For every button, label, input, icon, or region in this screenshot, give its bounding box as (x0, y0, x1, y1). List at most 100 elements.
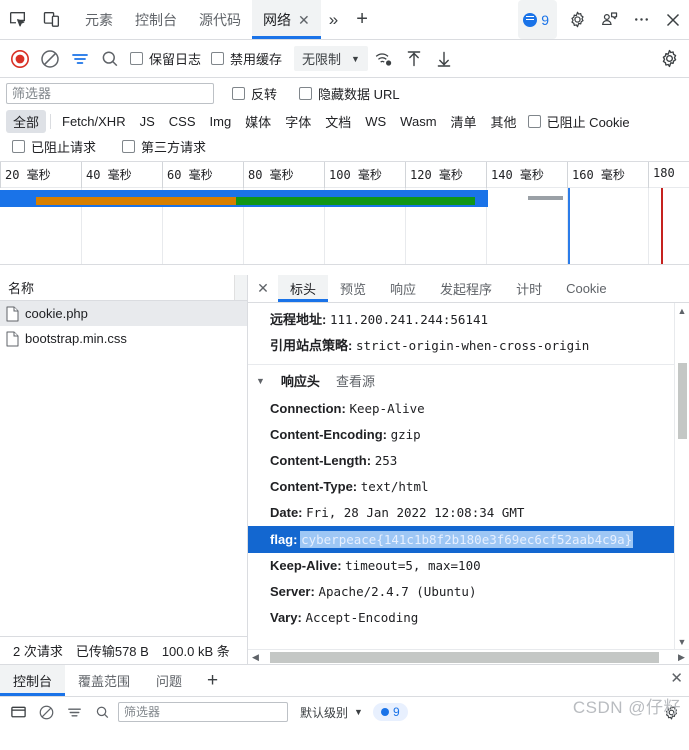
type-filter-fetch-xhr[interactable]: Fetch/XHR (55, 112, 133, 131)
export-har-icon[interactable] (430, 45, 458, 73)
overview-tick: 20 毫秒 (0, 162, 51, 188)
detail-vertical-scrollbar[interactable]: ▲ ▼ (674, 303, 689, 649)
network-settings-gear-icon[interactable] (655, 45, 683, 73)
drawer-tab-coverage[interactable]: 覆盖范围 (65, 665, 143, 696)
response-headers-section-header[interactable]: ▼ 响应头 查看源 (248, 365, 674, 396)
scroll-down-icon[interactable]: ▼ (675, 634, 689, 649)
tab-elements[interactable]: 元素 (74, 0, 124, 39)
console-issues-badge[interactable]: 9 (372, 703, 408, 721)
headers-detail-body: 远程地址: 111.200.241.244:56141 引用站点策略: stri… (248, 303, 689, 664)
close-icon[interactable]: ✕ (298, 13, 310, 27)
type-filter-img[interactable]: Img (203, 112, 239, 131)
scrollbar-thumb[interactable] (678, 363, 687, 439)
header-value: 111.200.241.244:56141 (329, 312, 489, 327)
import-har-icon[interactable] (400, 45, 428, 73)
header-key: Vary: (270, 610, 302, 625)
overview-ruler: 20 毫秒 40 毫秒 60 毫秒 80 毫秒 100 毫秒 120 毫秒 14… (0, 162, 689, 188)
blocked-cookies-checkbox[interactable]: 已阻止 Cookie (524, 112, 634, 131)
console-level-select[interactable]: 默认级别 ▼ (300, 704, 363, 721)
more-tabs-icon[interactable]: » (321, 0, 346, 39)
third-party-requests-checkbox[interactable]: 第三方请求 (118, 137, 210, 156)
console-filter-input[interactable] (118, 702, 288, 722)
detail-horizontal-scrollbar[interactable]: ◀ ▶ (248, 649, 689, 664)
filter-input[interactable] (6, 82, 214, 104)
type-filter-other[interactable]: 其他 (484, 110, 524, 133)
type-filter-js[interactable]: JS (133, 112, 162, 131)
request-row-cookie-php[interactable]: cookie.php (0, 301, 247, 326)
invert-checkbox[interactable]: 反转 (228, 84, 281, 103)
search-icon[interactable] (96, 45, 124, 73)
console-settings-gear-icon[interactable] (659, 700, 683, 724)
console-context-icon[interactable] (6, 700, 30, 724)
header-key: Date: (270, 505, 303, 520)
header-value: cyberpeace{141c1b8f2b180e3f69ec6cf52aab4… (301, 532, 633, 547)
throttling-select[interactable]: 无限制 ▼ (294, 46, 368, 71)
scroll-up-icon[interactable]: ▲ (675, 303, 689, 318)
header-value: strict-origin-when-cross-origin (355, 338, 590, 353)
filter-icon[interactable] (66, 45, 94, 73)
header-content-type: Content-Type: text/html (248, 474, 674, 500)
overview-tick: 160 毫秒 (567, 162, 625, 188)
preserve-log-checkbox[interactable]: 保留日志 (126, 49, 205, 68)
clear-icon[interactable] (36, 45, 64, 73)
blocked-requests-checkbox[interactable]: 已阻止请求 (8, 137, 100, 156)
resource-type-filters: 全部 Fetch/XHR JS CSS Img 媒体 字体 文档 WS Wasm… (0, 108, 689, 133)
inspect-element-icon[interactable] (0, 0, 34, 39)
detail-tab-cookies[interactable]: Cookie (554, 275, 618, 302)
type-filter-css[interactable]: CSS (162, 112, 203, 131)
third-party-label: 第三方请求 (141, 140, 207, 155)
feedback-icon[interactable] (593, 0, 625, 39)
view-source-link[interactable]: 查看源 (336, 371, 375, 390)
header-key: flag: (270, 532, 298, 547)
add-panel-icon[interactable]: + (346, 0, 378, 39)
detail-tabs: ✕ 标头 预览 响应 发起程序 计时 Cookie (248, 275, 689, 303)
message-count-badge[interactable]: 9 (518, 0, 557, 39)
detail-tab-initiator[interactable]: 发起程序 (428, 275, 504, 302)
request-list-scrollbar[interactable] (234, 275, 247, 300)
detail-tab-response[interactable]: 响应 (378, 275, 428, 302)
console-sidebar-icon[interactable] (62, 700, 86, 724)
close-devtools-icon[interactable] (657, 0, 689, 39)
close-detail-icon[interactable]: ✕ (248, 275, 278, 302)
tab-network[interactable]: 网络 ✕ (252, 0, 321, 39)
drawer-tab-issues[interactable]: 问题 (143, 665, 195, 696)
hide-data-urls-label: 隐藏数据 URL (318, 86, 400, 102)
request-row-bootstrap-min-css[interactable]: bootstrap.min.css (0, 326, 247, 351)
preserve-log-label: 保留日志 (149, 52, 202, 67)
resource-type-filters-row2: 已阻止请求 第三方请求 (0, 133, 689, 161)
device-toolbar-icon[interactable] (34, 0, 68, 39)
status-resources: 100.0 kB 条 (161, 644, 230, 659)
network-conditions-icon[interactable] (370, 45, 398, 73)
overview-tick: 140 毫秒 (486, 162, 544, 188)
tab-console[interactable]: 控制台 (124, 0, 188, 39)
type-filter-all[interactable]: 全部 (6, 110, 47, 133)
disable-cache-checkbox[interactable]: 禁用缓存 (207, 49, 286, 68)
detail-tab-preview[interactable]: 预览 (328, 275, 378, 302)
drawer-close-icon[interactable]: ✕ (670, 669, 683, 687)
tab-sources[interactable]: 源代码 (188, 0, 252, 39)
scroll-right-icon[interactable]: ▶ (674, 650, 689, 665)
type-filter-manifest[interactable]: 清单 (444, 110, 484, 133)
network-overview-timeline[interactable]: 20 毫秒 40 毫秒 60 毫秒 80 毫秒 100 毫秒 120 毫秒 14… (0, 161, 689, 265)
scrollbar-thumb[interactable] (270, 651, 659, 663)
more-options-icon[interactable] (625, 0, 657, 39)
detail-tab-timing[interactable]: 计时 (504, 275, 554, 302)
overview-tick: 100 毫秒 (324, 162, 382, 188)
gear-icon[interactable] (561, 0, 593, 39)
drawer-tab-console[interactable]: 控制台 (0, 665, 66, 696)
drawer-add-tab-icon[interactable]: + (195, 665, 230, 696)
type-filter-ws[interactable]: WS (358, 112, 393, 131)
header-flag-highlighted[interactable]: flag: cyberpeace{141c1b8f2b180e3f69ec6cf… (248, 526, 674, 553)
clear-console-icon[interactable] (34, 700, 58, 724)
record-icon[interactable] (6, 45, 34, 73)
type-filter-doc[interactable]: 文档 (318, 110, 358, 133)
type-filter-media[interactable]: 媒体 (238, 110, 278, 133)
hide-data-urls-checkbox[interactable]: 隐藏数据 URL (295, 84, 404, 103)
scroll-left-icon[interactable]: ◀ (248, 650, 263, 665)
invert-label: 反转 (251, 86, 278, 102)
console-search-icon[interactable] (90, 700, 114, 724)
detail-tab-headers[interactable]: 标头 (278, 275, 329, 302)
type-filter-font[interactable]: 字体 (278, 110, 318, 133)
type-filter-wasm[interactable]: Wasm (393, 112, 443, 131)
checkbox-box (130, 52, 143, 65)
